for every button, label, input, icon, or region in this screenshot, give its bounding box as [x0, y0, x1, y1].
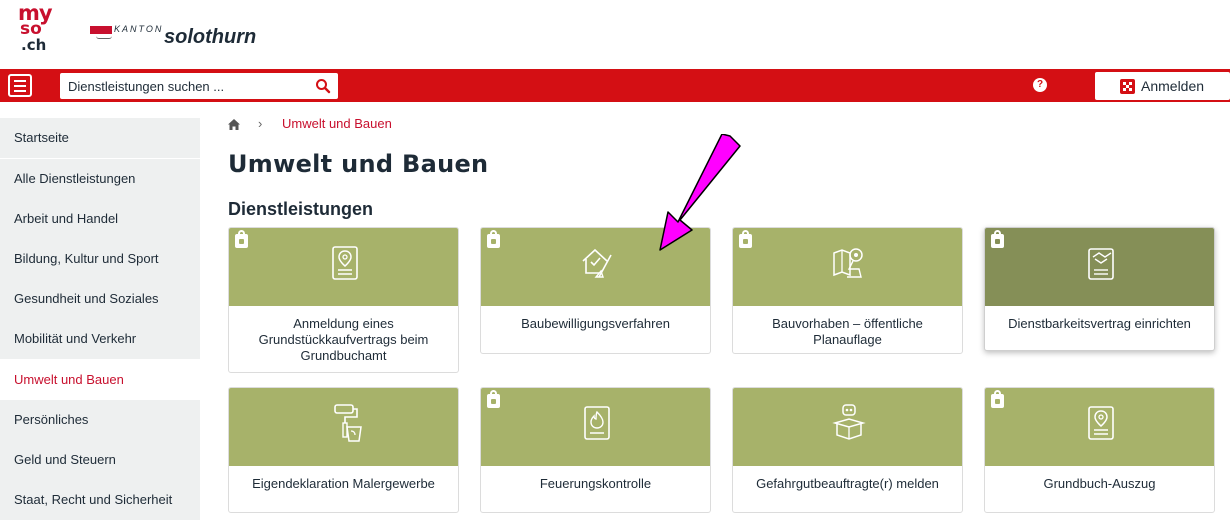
sidebar-item[interactable]: Bildung, Kultur und Sport: [0, 239, 200, 279]
navigation-bar: ? Anmelden: [0, 69, 1230, 102]
kanton-flag-swoosh: [96, 36, 112, 39]
service-card-label: Bauvorhaben – öffentliche Planauflage: [772, 316, 923, 347]
lock-icon: [487, 390, 500, 408]
home-icon[interactable]: [228, 119, 240, 130]
service-card[interactable]: Feuerungskontrolle: [480, 387, 711, 513]
sidebar-item[interactable]: Mobilität und Verkehr: [0, 319, 200, 359]
service-card-label: Anmeldung eines Grundstückkaufvertrags b…: [258, 316, 429, 363]
service-card-header: [985, 228, 1214, 306]
breadcrumb-current[interactable]: Umwelt und Bauen: [282, 116, 392, 131]
map-view-icon: [833, 248, 863, 278]
page-title: Umwelt und Bauen: [228, 150, 489, 178]
login-label: Anmelden: [1141, 78, 1205, 94]
service-card[interactable]: Bauvorhaben – öffentliche Planauflage: [732, 227, 963, 354]
service-card-header: [229, 228, 458, 306]
sidebar-item[interactable]: Arbeit und Handel: [0, 199, 200, 239]
sidebar-item[interactable]: Startseite: [0, 118, 200, 158]
lock-icon: [235, 230, 248, 248]
kanton-name: solothurn: [164, 26, 257, 48]
hazard-box-icon: [832, 404, 866, 440]
menu-line: [14, 90, 26, 92]
service-card[interactable]: Dienstbarkeitsvertrag einrichten: [984, 227, 1215, 351]
lock-icon: [991, 390, 1004, 408]
menu-line: [14, 85, 26, 87]
service-card[interactable]: Grundbuch-Auszug: [984, 387, 1215, 513]
sidebar-item[interactable]: Staat, Recht und Sicherheit: [0, 480, 200, 520]
service-card-header: [985, 388, 1214, 466]
menu-line: [14, 80, 26, 82]
service-card[interactable]: Eigendeklaration Malergewerbe: [228, 387, 459, 513]
search-input[interactable]: [60, 73, 300, 99]
service-card-label: Grundbuch-Auszug: [1043, 476, 1156, 491]
service-card-label: Feuerungskontrolle: [539, 476, 652, 491]
lock-icon: [991, 230, 1004, 248]
search-box: [60, 73, 338, 99]
kanton-flag-icon: [90, 26, 112, 34]
service-card-label: Eigendeklaration Malergewerbe: [252, 476, 435, 491]
service-card-label: Baubewilligungsverfahren: [521, 316, 670, 331]
sidebar-item[interactable]: Geld und Steuern: [0, 440, 200, 480]
service-card-header: [481, 228, 710, 306]
contract-handshake-icon: [1088, 248, 1114, 280]
site-header: my so .ch KANTON solothurn: [0, 0, 1230, 68]
service-card-label: Dienstbarkeitsvertrag einrichten: [1008, 316, 1191, 331]
paint-roller-icon: [334, 404, 362, 442]
service-card-label: Gefahrgutbeauftragte(r) melden: [756, 476, 939, 491]
section-title: Dienstleistungen: [228, 199, 374, 219]
service-card-header: [481, 388, 710, 466]
service-card[interactable]: Baubewilligungsverfahren: [480, 227, 711, 354]
lock-icon: [739, 230, 752, 248]
login-button[interactable]: Anmelden: [1095, 72, 1230, 100]
logo-text-my: my: [18, 1, 53, 25]
fire-document-icon: [584, 406, 610, 440]
help-icon[interactable]: ?: [1033, 78, 1047, 92]
logo-text-so: so: [20, 19, 42, 39]
hamburger-menu-button[interactable]: [8, 74, 32, 97]
login-icon: [1120, 79, 1135, 94]
service-card[interactable]: Anmeldung eines Grundstückkaufvertrags b…: [228, 227, 459, 373]
breadcrumb-separator: ›: [258, 116, 263, 131]
service-card-header: [229, 388, 458, 466]
service-card-header: [733, 228, 962, 306]
service-card[interactable]: Gefahrgutbeauftragte(r) melden: [732, 387, 963, 513]
logo-text-ch: .ch: [21, 36, 47, 54]
service-card-header: [733, 388, 962, 466]
sidebar-item[interactable]: Umwelt und Bauen: [0, 360, 200, 400]
sidebar-item[interactable]: Gesundheit und Soziales: [0, 279, 200, 319]
document-location-icon: [332, 246, 358, 280]
sidebar-item[interactable]: Persönliches: [0, 400, 200, 440]
myso-logo[interactable]: my so .ch: [18, 1, 60, 54]
search-icon[interactable]: [315, 78, 331, 94]
sidebar-item[interactable]: Alle Dienstleistungen: [0, 159, 200, 199]
lock-icon: [487, 230, 500, 248]
kanton-label: KANTON: [114, 24, 164, 34]
house-plan-icon: [582, 248, 612, 278]
document-location-icon: [1088, 406, 1114, 440]
